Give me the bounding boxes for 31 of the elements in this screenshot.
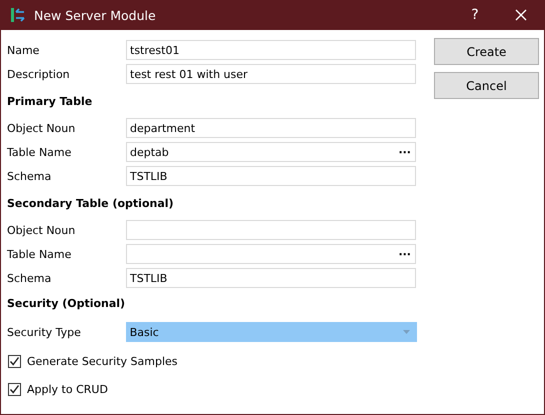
field-label: Name [6,44,40,56]
field-label: Security Type [6,326,82,338]
text-field[interactable] [126,220,416,240]
dropdown[interactable]: Basic [126,322,417,342]
field-label: Schema [6,272,52,284]
field-label: Description [6,68,71,80]
cancel-button[interactable]: Cancel [434,72,539,99]
checkbox-label: Apply to CRUD [27,382,108,396]
dropdown-arrow-icon [403,330,410,334]
text-field[interactable]: TSTLIB [126,268,416,288]
text-field[interactable]: test rest 01 with user [126,64,416,84]
field-label: Object Noun [6,224,76,236]
app-icon [10,7,26,23]
help-button[interactable]: ? [452,0,498,30]
section-heading: Primary Table [6,94,92,108]
section-heading: Secondary Table (optional) [6,196,174,210]
close-icon [515,9,527,21]
text-field[interactable]: tstrest01 [126,40,416,60]
window-title: New Server Module [34,8,157,22]
text-field[interactable]: department [126,118,416,138]
checkbox[interactable] [8,382,21,396]
field-label: Object Noun [6,122,76,134]
section-heading: Security (Optional) [6,297,126,310]
field-label: Table Name [6,146,72,158]
checkbox-label: Generate Security Samples [27,354,178,368]
text-field[interactable] [126,244,416,264]
field-label: Table Name [6,248,72,260]
checkbox[interactable] [8,354,21,368]
field-label: Schema [6,170,52,182]
create-button[interactable]: Create [434,38,539,65]
text-field[interactable]: TSTLIB [126,166,416,186]
